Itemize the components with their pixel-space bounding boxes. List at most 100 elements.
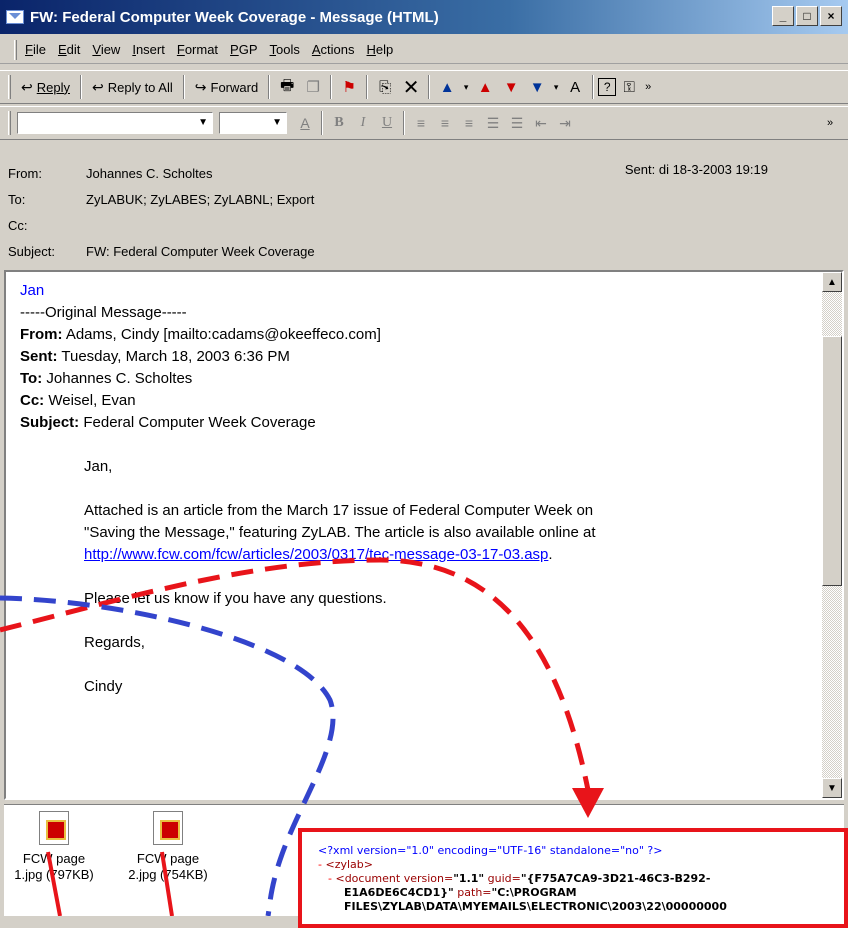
previous-item-icon[interactable]: ▲ [434, 74, 460, 100]
align-right-icon[interactable]: ≡ [457, 111, 481, 135]
menu-tools[interactable]: Tools [270, 42, 300, 57]
attachment-item[interactable]: FCW page 2.jpg (754KB) [118, 811, 218, 883]
align-left-icon[interactable]: ≡ [409, 111, 433, 135]
help-icon[interactable]: ? [598, 78, 617, 96]
font-size-combo[interactable]: ▼ [219, 112, 287, 134]
bullet-list-icon[interactable]: ☰ [505, 111, 529, 135]
menu-view[interactable]: View [92, 42, 120, 57]
reply-all-button[interactable]: ↩ Reply to All [86, 74, 179, 100]
message-icon [6, 10, 24, 24]
dropdown-icon[interactable]: ▾ [550, 74, 562, 100]
dropdown-arrow-icon: ▼ [272, 117, 282, 128]
menu-edit[interactable]: Edit [58, 42, 80, 57]
paragraph-line-1: Attached is an article from the March 17… [84, 502, 594, 519]
collapse-toggle[interactable]: - [328, 872, 332, 885]
subject-value: FW: Federal Computer Week Coverage [86, 243, 315, 259]
toolbar-separator [182, 75, 185, 99]
vertical-scrollbar[interactable]: ▲ ▼ [822, 272, 842, 798]
move-to-folder-icon[interactable]: ⎘ [372, 74, 398, 100]
reply-all-icon: ↩ [91, 78, 104, 95]
from-label: From: [8, 165, 42, 181]
toolbar-grip[interactable] [14, 39, 17, 60]
attachment-size-2: 2.jpg (754KB) [128, 867, 208, 882]
orig-sent-line: Sent: Tuesday, March 18, 2003 6:36 PM [20, 346, 810, 368]
copy-icon[interactable]: ❐ [300, 74, 326, 100]
xml-declaration: <?xml version="1.0" encoding="UTF-16" st… [318, 844, 663, 857]
down-red-icon[interactable]: ▼ [498, 74, 524, 100]
message-body[interactable]: Jan -----Original Message----- From: Ada… [4, 270, 844, 800]
orig-cc-line: Cc: Weisel, Evan [20, 390, 810, 412]
zylab-tag: <zylab> [325, 858, 373, 871]
paragraph-end: . [548, 546, 553, 563]
overflow-icon[interactable]: » [818, 111, 842, 135]
up-red-icon[interactable]: ▲ [472, 74, 498, 100]
guid-value-cont: E1A6DE6C4CD1}" [344, 886, 454, 899]
attachment-item[interactable]: FCW page 1.jpg (797KB) [4, 811, 104, 883]
to-value[interactable]: ZyLABUK; ZyLABES; ZyLABNL; Export [86, 192, 314, 207]
subject-row: Subject: FW: Federal Computer Week Cover… [8, 240, 315, 262]
align-center-icon[interactable]: ≡ [433, 111, 457, 135]
cc-row: Cc: [8, 214, 86, 236]
toolbar-separator [79, 75, 82, 99]
toolbar-grip[interactable] [8, 111, 11, 135]
reply-label: Reply [36, 79, 70, 95]
close-button[interactable]: × [820, 6, 842, 26]
font-combo[interactable]: ▼ [17, 112, 213, 134]
maximize-button[interactable]: □ [796, 6, 818, 26]
scroll-thumb[interactable] [822, 336, 842, 586]
address-book-icon[interactable]: A [562, 74, 588, 100]
numbered-list-icon[interactable]: ☰ [481, 111, 505, 135]
toolbar-separator [366, 75, 369, 99]
paragraph-2: Please let us know if you have any quest… [84, 590, 387, 607]
message-header: From: Johannes C. Scholtes Sent: di 18-3… [0, 150, 848, 266]
sent-row: Sent: di 18-3-2003 19:19 [625, 162, 768, 177]
italic-icon[interactable]: I [351, 111, 375, 135]
cc-label: Cc: [8, 217, 28, 233]
attachment-name-2: FCW page [136, 851, 200, 866]
to-label: To: [8, 191, 26, 207]
menu-format[interactable]: Format [177, 42, 218, 57]
decrease-indent-icon[interactable]: ⇤ [529, 111, 553, 135]
menu-file[interactable]: File [25, 42, 46, 57]
scroll-up-icon[interactable]: ▲ [822, 272, 842, 292]
orig-cc-label: Cc: [20, 392, 45, 409]
dropdown-arrow-icon: ▼ [198, 117, 208, 128]
paragraph-line-3: http://www.fcw.com/fcw/articles/2003/031… [84, 544, 810, 566]
attachment-name-1: FCW page [22, 851, 86, 866]
collapse-toggle[interactable]: - [318, 858, 322, 871]
document-version: "1.1" [453, 872, 485, 885]
menu-actions[interactable]: Actions [312, 42, 355, 57]
delete-icon[interactable]: ✕ [398, 74, 424, 100]
scroll-down-icon[interactable]: ▼ [822, 778, 842, 798]
path-value-cont: FILES\ZYLAB\DATA\MYEMAILS\ELECTRONIC\200… [344, 900, 727, 913]
sent-value: di 18-3-2003 19:19 [658, 162, 768, 177]
reply-button[interactable]: ↩ Reply [15, 74, 76, 100]
orig-subject-label: Subject: [20, 414, 80, 431]
next-item-icon[interactable]: ▼ [524, 74, 550, 100]
menu-pgp[interactable]: PGP [230, 42, 257, 57]
print-icon[interactable]: 🖶 [274, 74, 300, 100]
forward-button[interactable]: ↪ Forward [189, 74, 264, 100]
sent-label: Sent: [624, 162, 656, 177]
underline-icon[interactable]: U [375, 111, 399, 135]
original-message-marker: -----Original Message----- [20, 304, 187, 321]
bold-icon[interactable]: B [327, 111, 351, 135]
increase-indent-icon[interactable]: ⇥ [553, 111, 577, 135]
overflow-icon[interactable]: » [642, 74, 654, 100]
article-link[interactable]: http://www.fcw.com/fcw/articles/2003/031… [84, 546, 548, 563]
from-value[interactable]: Johannes C. Scholtes [86, 166, 212, 181]
orig-subject-value: Federal Computer Week Coverage [79, 414, 316, 431]
flag-icon[interactable]: ⚑ [336, 74, 362, 100]
toolbar-grip[interactable] [8, 75, 11, 99]
dropdown-icon[interactable]: ▾ [460, 74, 472, 100]
formatting-toolbar: ▼ ▼ A B I U ≡ ≡ ≡ ☰ ☰ ⇤ ⇥ » [0, 106, 848, 140]
signature: Cindy [84, 678, 123, 695]
font-color-icon[interactable]: A [293, 111, 317, 135]
pgp-icon[interactable]: ⚿ [616, 74, 642, 100]
minimize-button[interactable]: _ [772, 6, 794, 26]
orig-to-value: Johannes C. Scholtes [42, 370, 193, 387]
greeting: Jan [20, 282, 45, 299]
menu-insert[interactable]: Insert [132, 42, 165, 57]
menu-help[interactable]: Help [367, 42, 394, 57]
guid-value: "{F75A7CA9-3D21-46C3-B292- [520, 872, 711, 885]
